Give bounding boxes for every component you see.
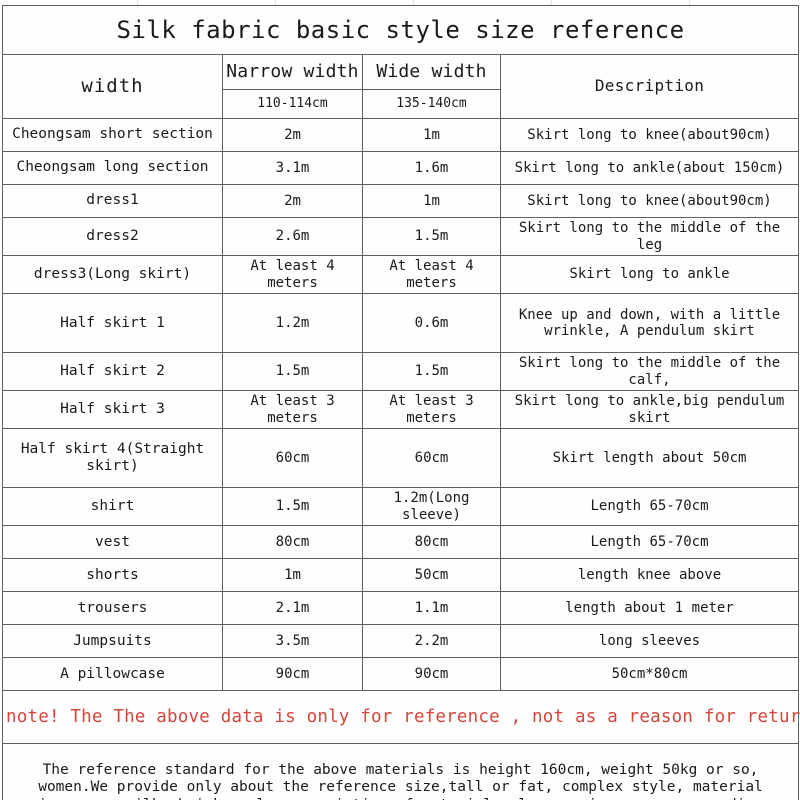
table-row: shorts 1m 50cm length knee above	[2, 558, 800, 593]
table-row-highlighted: Half skirt 4(Straight skirt) 60cm 60cm S…	[2, 428, 800, 489]
row-narrow-value: 2m	[222, 184, 363, 218]
table-row: Half skirt 1 1.2m 0.6m Knee up and down,…	[2, 293, 800, 354]
row-name: Half skirt 1	[2, 293, 223, 354]
row-wide-value: At least 3 meters	[362, 390, 501, 430]
row-narrow-value: 2.6m	[222, 216, 363, 257]
row-name: Half skirt 2	[2, 352, 223, 392]
row-description: Skirt long to ankle(about 150cm)	[499, 151, 800, 185]
row-name: shorts	[2, 558, 223, 593]
table-row: Jumpsuits 3.5m 2.2m long sleeves	[2, 624, 800, 659]
size-reference-table: Silk fabric basic style size reference w…	[1, 5, 800, 800]
table-row: shirt 1.5m 1.2m(Long sleeve) Length 65-7…	[2, 487, 800, 527]
table-row: vest 80cm 80cm Length 65-70cm	[2, 525, 800, 560]
row-name: vest	[2, 525, 223, 560]
row-wide-value: 1m	[362, 184, 501, 218]
row-name: shirt	[2, 487, 223, 527]
row-narrow-value: 80cm	[222, 525, 363, 560]
row-name: trousers	[2, 591, 223, 626]
row-narrow-value: 3.5m	[222, 624, 363, 659]
table-row: dress1 2m 1m Skirt long to knee(about90c…	[2, 184, 800, 218]
row-wide-value: 1.6m	[362, 151, 501, 185]
column-header-wide-width: Wide width	[362, 54, 501, 90]
row-description: Skirt long to ankle,big pendulum skirt	[499, 390, 800, 430]
row-narrow-value: 2m	[222, 118, 363, 152]
disclaimer-note: note! The The above data is only for ref…	[1, 690, 800, 745]
row-description: long sleeves	[499, 624, 800, 659]
row-description: Skirt long to the middle of the calf,	[499, 352, 800, 392]
row-description: Length 65-70cm	[499, 525, 800, 560]
row-description: length about 1 meter	[499, 591, 800, 626]
row-wide-value: 2.2m	[362, 624, 501, 659]
row-name: Cheongsam short section	[2, 118, 223, 152]
row-description: Skirt length about 50cm	[499, 428, 800, 489]
row-narrow-value: 2.1m	[222, 591, 363, 626]
row-narrow-value: 1.5m	[222, 352, 363, 392]
page-title: Silk fabric basic style size reference	[1, 5, 800, 55]
row-wide-value: 1m	[362, 118, 501, 152]
title-row: Silk fabric basic style size reference	[1, 5, 800, 55]
row-name: dress1	[2, 184, 223, 218]
column-header-description: Description	[499, 54, 800, 119]
column-header-narrow-width: Narrow width	[222, 54, 363, 90]
row-wide-value: 0.6m	[362, 293, 501, 354]
table-row: Half skirt 3 At least 3 meters At least …	[2, 390, 800, 430]
row-description: Skirt long to knee(about90cm)	[499, 118, 800, 152]
row-description: Knee up and down, with a little wrinkle,…	[499, 293, 800, 354]
row-description: Skirt long to knee(about90cm)	[499, 184, 800, 218]
row-wide-value: 60cm	[362, 428, 501, 489]
table-row: A pillowcase 90cm 90cm 50cm*80cm	[2, 657, 800, 692]
row-description: Skirt long to ankle	[499, 255, 800, 295]
row-name: dress3(Long skirt)	[2, 255, 223, 295]
row-name: Half skirt 4(Straight skirt)	[2, 428, 223, 489]
footer-paragraph: The reference standard for the above mat…	[1, 743, 800, 800]
table-row: dress2 2.6m 1.5m Skirt long to the middl…	[2, 216, 800, 257]
page-wrapper: Silk fabric basic style size reference w…	[0, 0, 800, 800]
row-name: Half skirt 3	[2, 390, 223, 430]
row-wide-value: 1.1m	[362, 591, 501, 626]
header-row-main: width Narrow width Wide width Descriptio…	[2, 54, 800, 119]
row-wide-value: 1.5m	[362, 216, 501, 257]
column-subheader-wide-width: 135-140cm	[362, 89, 501, 119]
row-name: A pillowcase	[2, 657, 223, 692]
table-row: dress3(Long skirt) At least 4 meters At …	[2, 255, 800, 295]
column-header-width: width	[2, 54, 223, 119]
table-row: Half skirt 2 1.5m 1.5m Skirt long to the…	[2, 352, 800, 392]
row-narrow-value: At least 3 meters	[222, 390, 363, 430]
row-wide-value: 1.5m	[362, 352, 501, 392]
row-name: Cheongsam long section	[2, 151, 223, 185]
row-narrow-value: 1m	[222, 558, 363, 593]
table-row: trousers 2.1m 1.1m length about 1 meter	[2, 591, 800, 626]
row-narrow-value: 60cm	[222, 428, 363, 489]
row-narrow-value: 1.5m	[222, 487, 363, 527]
row-name: dress2	[2, 216, 223, 257]
row-wide-value: At least 4 meters	[362, 255, 501, 295]
row-wide-value: 90cm	[362, 657, 501, 692]
row-wide-value: 50cm	[362, 558, 501, 593]
row-name: Jumpsuits	[2, 624, 223, 659]
table-row: Cheongsam long section 3.1m 1.6m Skirt l…	[2, 151, 800, 185]
row-narrow-value: 90cm	[222, 657, 363, 692]
row-wide-value: 80cm	[362, 525, 501, 560]
row-description: length knee above	[499, 558, 800, 593]
note-row: note! The The above data is only for ref…	[1, 690, 800, 745]
row-description: Length 65-70cm	[499, 487, 800, 527]
column-subheader-narrow-width: 110-114cm	[222, 89, 363, 119]
footer-row: The reference standard for the above mat…	[1, 743, 800, 800]
row-narrow-value: 1.2m	[222, 293, 363, 354]
row-description: 50cm*80cm	[499, 657, 800, 692]
row-narrow-value: At least 4 meters	[222, 255, 363, 295]
row-description: Skirt long to the middle of the leg	[499, 216, 800, 257]
row-wide-value: 1.2m(Long sleeve)	[362, 487, 501, 527]
table-row: Cheongsam short section 2m 1m Skirt long…	[2, 118, 800, 152]
row-narrow-value: 3.1m	[222, 151, 363, 185]
